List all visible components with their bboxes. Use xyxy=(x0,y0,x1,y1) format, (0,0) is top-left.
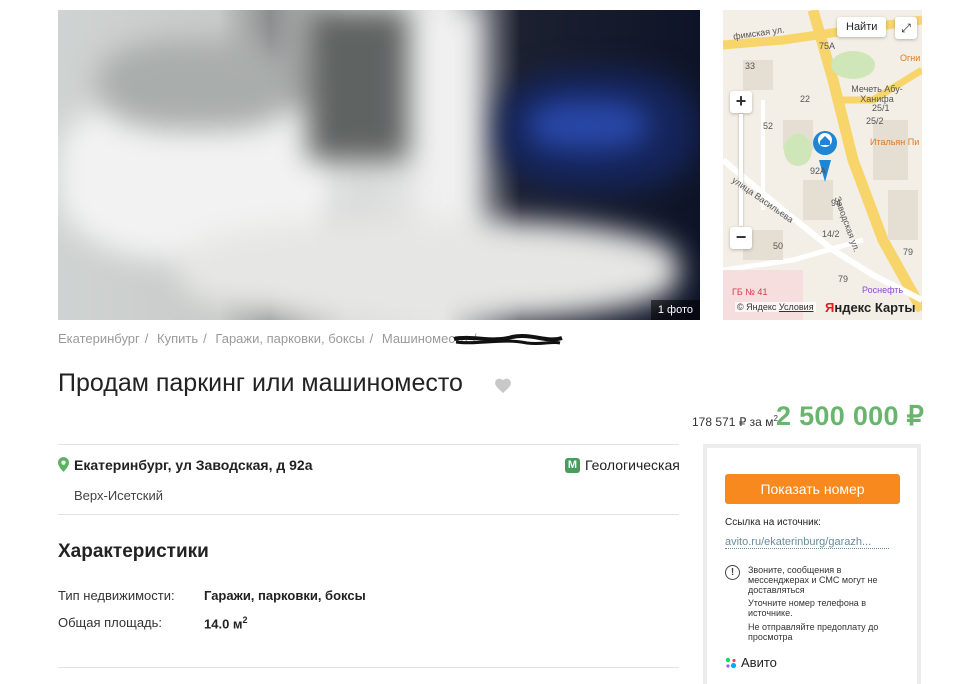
house-number: 75A xyxy=(819,41,836,51)
zoom-slider[interactable] xyxy=(739,114,743,226)
price-per-m2: 178 571 ₽ за м2 xyxy=(692,414,778,429)
listing-title: Продам паркинг или машиноместо xyxy=(58,369,463,397)
map-copyright: © Яндекс Условия xyxy=(735,302,816,312)
favorite-heart-icon[interactable] xyxy=(494,377,512,394)
warning-text: Не отправляйте предоплату до просмотра xyxy=(748,622,879,642)
house-number: 79 xyxy=(903,247,914,257)
breadcrumb-item[interactable]: Купить xyxy=(157,331,198,346)
listing-address: Екатеринбург, ул Заводская, д 92а xyxy=(74,457,313,473)
fullscreen-icon[interactable]: ⤢ xyxy=(895,17,917,39)
listing-photo[interactable]: 1 фото xyxy=(58,10,700,320)
location-pin-icon xyxy=(58,457,69,472)
characteristics-title: Характеристики xyxy=(58,541,209,562)
house-number: 92A xyxy=(810,166,827,176)
map-terms-link[interactable]: Условия xyxy=(779,302,814,312)
poi-label: Огни xyxy=(900,53,921,63)
price: 2 500 000 ₽ xyxy=(776,401,925,431)
redaction-scribble xyxy=(453,334,563,346)
poi-label: Мечеть Абу-Ханифа xyxy=(851,84,903,104)
house-number: 94 xyxy=(831,198,842,208)
house-number: 25/1 xyxy=(872,103,890,113)
map-canvas xyxy=(723,10,922,320)
divider xyxy=(58,514,679,515)
char-label: Общая площадь: xyxy=(58,615,163,630)
divider xyxy=(58,667,679,668)
yandex-ya: Я xyxy=(825,300,835,315)
map-find-button[interactable]: Найти xyxy=(837,17,887,37)
breadcrumb: Екатеринбург / Купить / Гаражи, парковки, … xyxy=(58,331,477,346)
house-number: 33 xyxy=(745,61,756,71)
yandex-maps-logo[interactable]: Яндекс Карты xyxy=(825,300,915,315)
district: Верх-Исетский xyxy=(74,488,163,503)
show-phone-button[interactable]: Показать номер xyxy=(725,474,900,504)
copyright-text: © Яндекс xyxy=(737,302,777,312)
poi-label: Роснефть xyxy=(862,285,904,295)
breadcrumb-item[interactable]: Екатеринбург xyxy=(58,331,140,346)
divider xyxy=(58,444,679,445)
house-number: 14/2 xyxy=(822,229,840,239)
poi-label: Итальян Пи xyxy=(870,137,920,147)
warning-text: Звоните, сообщения в мессенджерах и СМС … xyxy=(748,565,878,595)
char-value: 14.0 м2 xyxy=(204,615,248,632)
avito-logo-icon xyxy=(725,657,737,669)
zoom-out-button[interactable]: − xyxy=(730,227,752,249)
photo-count-badge: 1 фото xyxy=(650,300,700,320)
photo-image xyxy=(58,10,700,320)
house-number: 22 xyxy=(800,94,811,104)
house-number: 79 xyxy=(838,274,849,284)
source-label: Ссылка на источник: xyxy=(725,517,821,528)
location-map[interactable] xyxy=(723,10,922,320)
source-brand[interactable]: Авито xyxy=(741,655,777,670)
warning-icon: ! xyxy=(725,565,740,580)
metro-icon: М xyxy=(565,458,580,473)
house-number: 25/2 xyxy=(866,116,884,126)
metro-station: Геологическая xyxy=(585,457,680,473)
char-label: Тип недвижимости: xyxy=(58,588,175,603)
poi-label: ГБ № 41 xyxy=(732,287,768,297)
yandex-maps-text: ндекс Карты xyxy=(834,300,916,315)
source-link[interactable]: avito.ru/ekaterinburg/garazh... xyxy=(725,536,889,549)
warning-text: Уточните номер телефона в источнике. xyxy=(748,598,867,618)
zoom-in-button[interactable]: + xyxy=(730,91,752,113)
char-value: Гаражи, парковки, боксы xyxy=(204,588,366,603)
house-number: 52 xyxy=(763,121,774,131)
house-number: 50 xyxy=(773,241,784,251)
breadcrumb-item[interactable]: Гаражи, парковки, боксы xyxy=(215,331,364,346)
